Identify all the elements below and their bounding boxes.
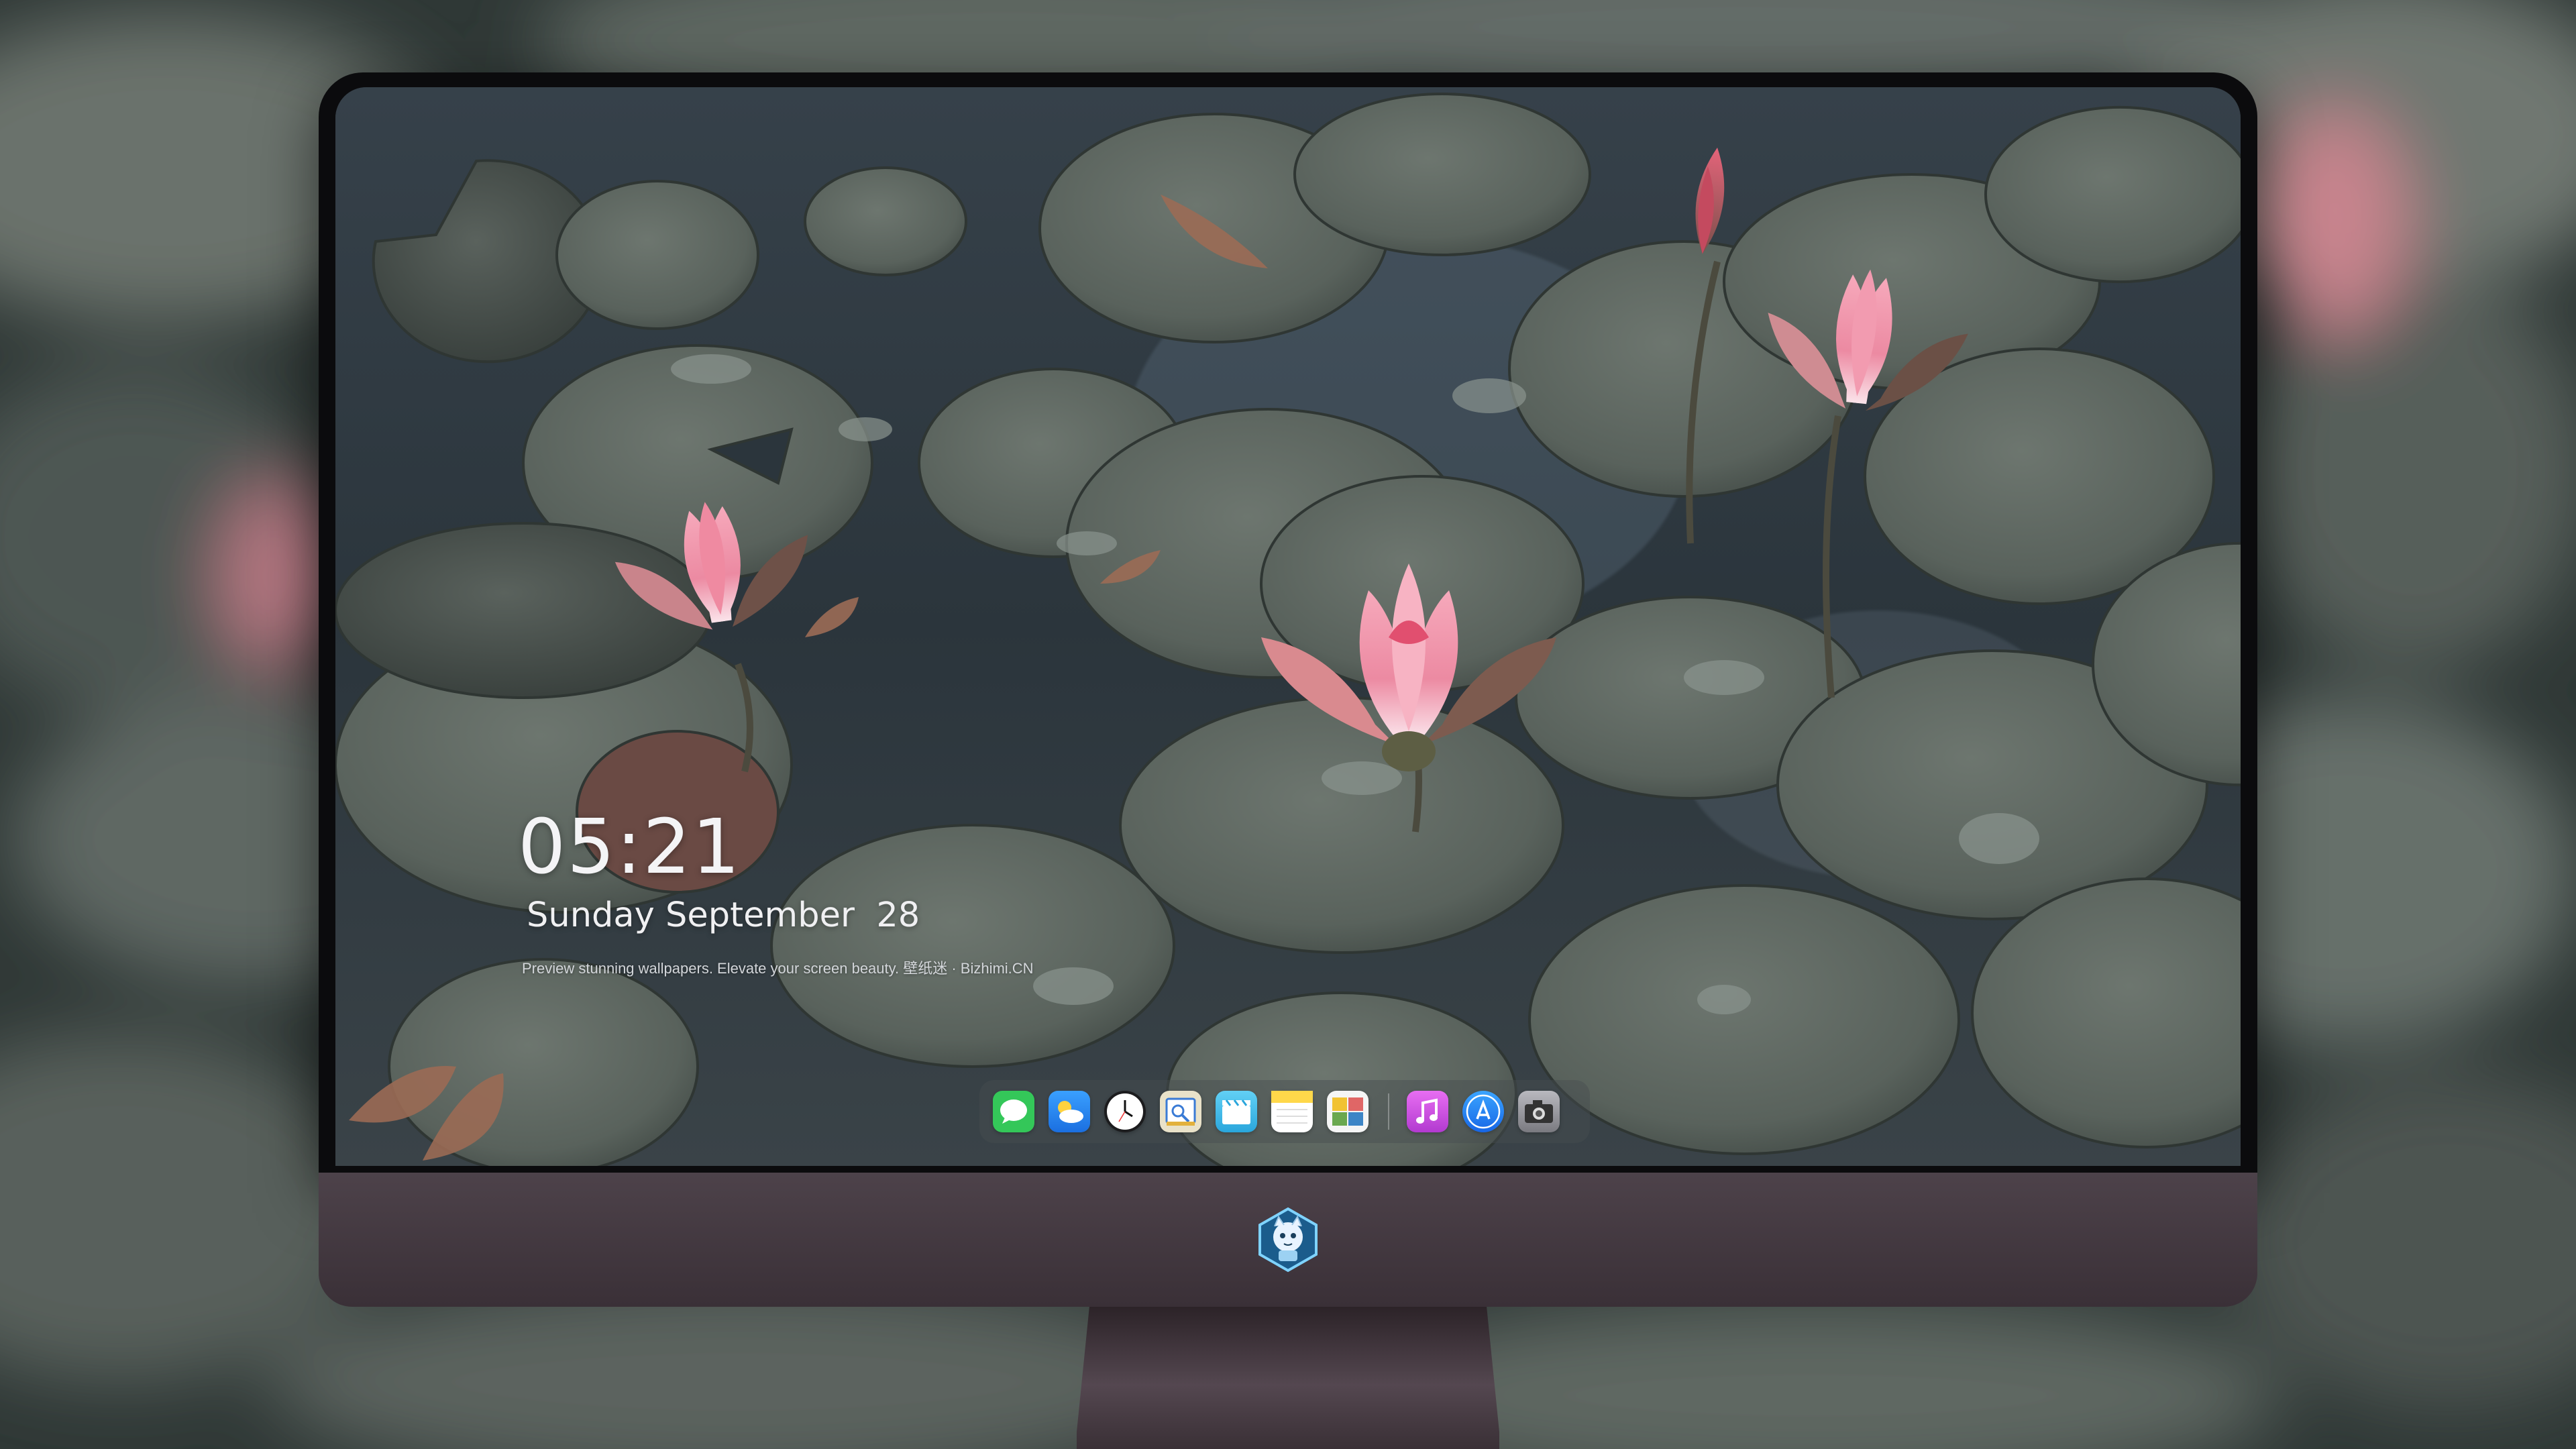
dock-separator bbox=[1388, 1093, 1389, 1130]
screen: 05:21 Sunday September 28 Preview stunni… bbox=[335, 87, 2241, 1166]
music-icon[interactable] bbox=[1407, 1091, 1448, 1132]
monitor-chin bbox=[319, 1173, 2257, 1307]
weather-icon[interactable] bbox=[1049, 1091, 1090, 1132]
imac-monitor: 05:21 Sunday September 28 Preview stunni… bbox=[319, 72, 2257, 1307]
clock-icon[interactable] bbox=[1104, 1091, 1146, 1132]
app-store-icon[interactable] bbox=[1462, 1091, 1504, 1132]
lockscreen-date: Sunday September 28 bbox=[527, 896, 920, 935]
photo-booth-icon[interactable] bbox=[1327, 1091, 1368, 1132]
lockscreen-time: 05:21 bbox=[518, 804, 741, 891]
monitor-bezel: 05:21 Sunday September 28 Preview stunni… bbox=[319, 72, 2257, 1173]
messages-icon[interactable] bbox=[993, 1091, 1034, 1132]
lockscreen-tagline: Preview stunning wallpapers. Elevate you… bbox=[522, 960, 1034, 977]
dock bbox=[979, 1080, 1590, 1143]
monitor-stand bbox=[1077, 1307, 1499, 1449]
notes-icon[interactable] bbox=[1271, 1091, 1313, 1132]
lily-pond-wallpaper bbox=[335, 87, 2241, 1166]
preview-icon[interactable] bbox=[1160, 1091, 1201, 1132]
camera-icon[interactable] bbox=[1518, 1091, 1560, 1132]
mascot-logo-icon bbox=[1258, 1207, 1318, 1273]
clips-icon[interactable] bbox=[1216, 1091, 1257, 1132]
